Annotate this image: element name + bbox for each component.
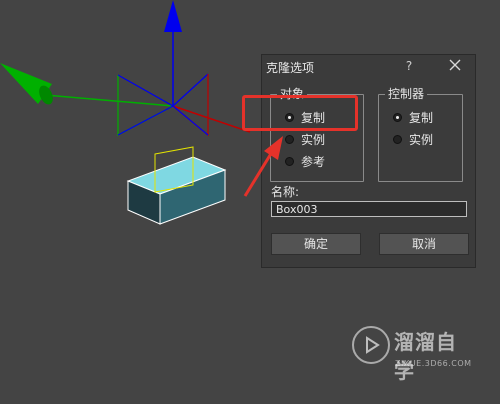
controller-instance-label: 实例 bbox=[409, 132, 434, 147]
annotation-highlight-box bbox=[242, 95, 358, 131]
object-reference-label: 参考 bbox=[301, 154, 326, 169]
controller-copy-option[interactable]: 复制 bbox=[393, 109, 433, 125]
x-axis-line[interactable] bbox=[172, 105, 251, 133]
close-icon[interactable] bbox=[447, 57, 463, 73]
watermark: 溜溜自学 ZIXUE.3D66.COM bbox=[352, 322, 472, 383]
watermark-logo-icon bbox=[352, 326, 390, 364]
xy-plane-handle-blue[interactable] bbox=[117, 73, 209, 107]
controller-instance-radio[interactable] bbox=[393, 134, 402, 144]
help-button[interactable]: ? bbox=[402, 59, 416, 73]
controller-instance-option[interactable]: 实例 bbox=[393, 131, 433, 147]
object-instance-radio[interactable] bbox=[285, 134, 294, 144]
name-field[interactable] bbox=[271, 201, 467, 217]
controller-group-legend: 控制器 bbox=[385, 87, 428, 101]
cancel-button[interactable]: 取消 bbox=[379, 233, 469, 255]
box-object[interactable] bbox=[126, 146, 227, 225]
controller-copy-label: 复制 bbox=[409, 110, 434, 125]
y-axis-line[interactable] bbox=[44, 94, 174, 107]
transform-gizmo[interactable] bbox=[0, 0, 251, 137]
object-reference-option[interactable]: 参考 bbox=[285, 153, 325, 169]
z-axis-arrow[interactable] bbox=[164, 0, 182, 32]
xz-plane-handle[interactable] bbox=[172, 74, 209, 137]
controller-group: 控制器 复制 实例 bbox=[378, 87, 463, 182]
watermark-url: ZIXUE.3D66.COM bbox=[395, 359, 472, 368]
ok-button[interactable]: 确定 bbox=[271, 233, 361, 255]
object-instance-label: 实例 bbox=[301, 132, 326, 147]
object-instance-option[interactable]: 实例 bbox=[285, 131, 325, 147]
object-reference-radio[interactable] bbox=[285, 156, 294, 166]
name-label: 名称: bbox=[271, 185, 300, 199]
watermark-name: 溜溜自学 bbox=[394, 330, 457, 383]
controller-copy-radio[interactable] bbox=[393, 112, 402, 122]
clone-options-dialog: 克隆选项 ? 对象 复制 实例 参考 控制器 复制 实例 名称: Box003 … bbox=[261, 54, 476, 268]
dialog-title: 克隆选项 bbox=[266, 61, 315, 75]
dialog-titlebar[interactable]: 克隆选项 ? bbox=[262, 55, 475, 79]
